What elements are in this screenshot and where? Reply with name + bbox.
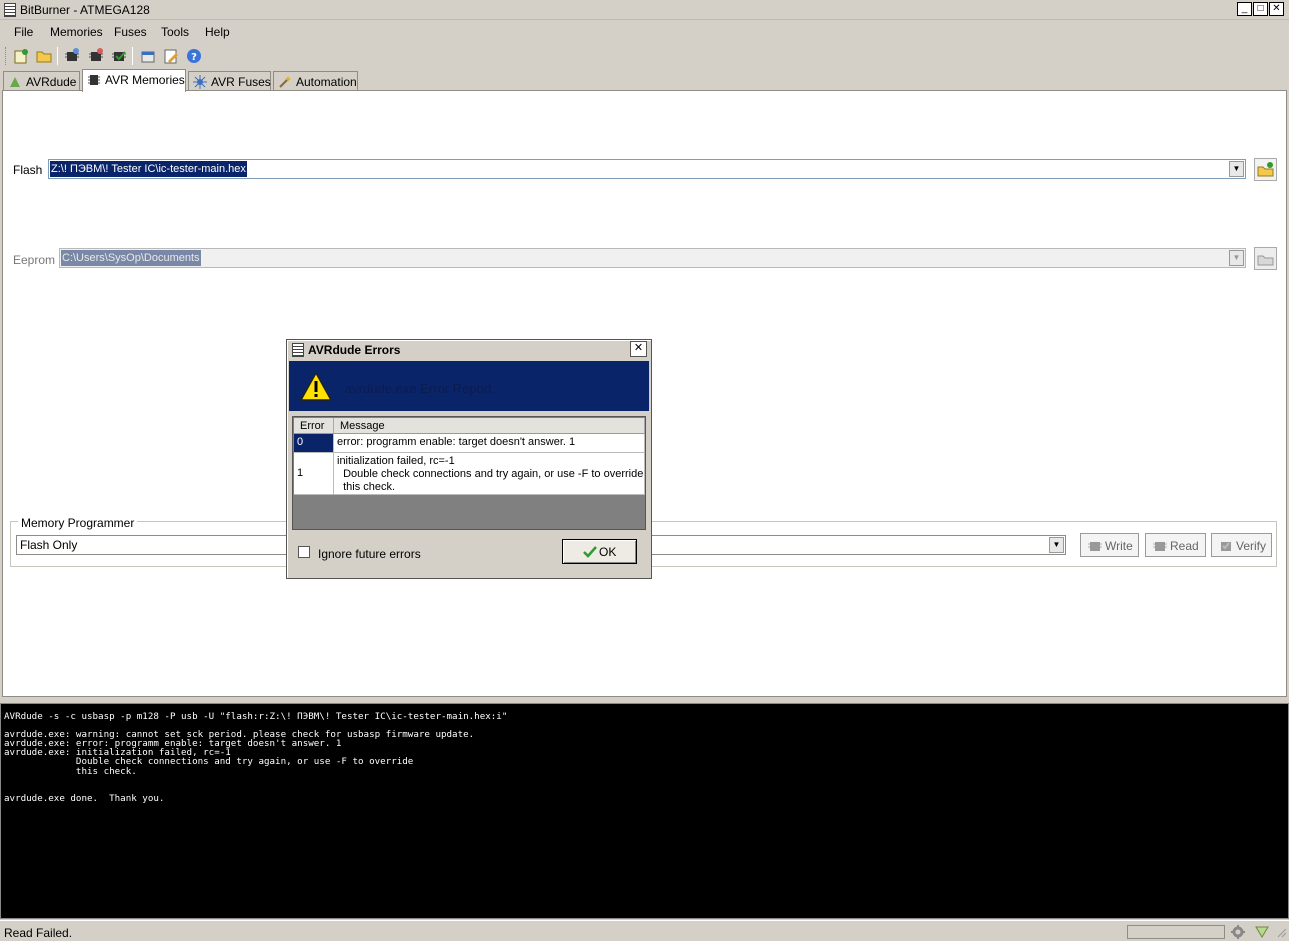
toolbar-separator xyxy=(132,47,133,65)
avrdude-icon xyxy=(10,77,20,87)
message-line: initialization failed, rc=-1 xyxy=(337,455,455,467)
dialog-close-button[interactable]: ✕ xyxy=(630,341,647,357)
filter-icon xyxy=(1255,926,1269,938)
open-folder-icon[interactable] xyxy=(35,47,53,65)
svg-text:?: ? xyxy=(191,52,197,63)
console-line: Double check connections and try again, … xyxy=(4,756,414,768)
new-file-icon[interactable] xyxy=(12,47,30,65)
tab-automation-label: Automation xyxy=(296,75,357,89)
memory-programmer-legend: Memory Programmer xyxy=(18,516,138,530)
programmer-mode-value: Flash Only xyxy=(20,538,78,552)
eeprom-label: Eeprom xyxy=(13,253,56,267)
error-cell[interactable]: 1 xyxy=(294,453,334,495)
chip-verify-icon xyxy=(1221,542,1231,551)
chip-read-icon[interactable] xyxy=(63,47,81,65)
eeprom-path-value: C:\Users\SysOp\Documents xyxy=(61,250,201,266)
message-cell[interactable]: initialization failed, rc=-1 Double chec… xyxy=(334,453,645,495)
maximize-button[interactable]: □ xyxy=(1253,2,1268,16)
tab-avr-fuses[interactable]: AVR Fuses xyxy=(188,71,271,91)
warning-icon xyxy=(299,371,333,401)
fuse-icon xyxy=(193,75,207,89)
check-icon xyxy=(583,546,597,558)
window-title: BitBurner - ATMEGA128 xyxy=(20,3,150,17)
app-icon xyxy=(4,3,16,17)
console-line: this check. xyxy=(4,765,137,777)
edit-icon[interactable] xyxy=(162,47,180,65)
progress-bar xyxy=(1127,925,1225,939)
ok-button[interactable]: OK xyxy=(562,539,637,564)
open-folder-icon xyxy=(1257,162,1274,177)
dialog-title: AVRdude Errors xyxy=(308,343,401,357)
message-line: this check. xyxy=(337,481,396,493)
resize-grip-icon[interactable] xyxy=(1275,926,1287,938)
read-button[interactable]: Read xyxy=(1145,533,1206,557)
chevron-down-icon[interactable]: ▼ xyxy=(1229,250,1244,266)
verify-label: Verify xyxy=(1236,539,1267,553)
chip-verify-icon[interactable] xyxy=(110,47,128,65)
chevron-down-icon[interactable]: ▼ xyxy=(1229,161,1244,177)
message-line: Double check connections and try again, … xyxy=(337,468,644,480)
chip-write-icon[interactable] xyxy=(87,47,105,65)
error-cell[interactable]: 0 xyxy=(294,434,334,453)
browse-eeprom-button[interactable] xyxy=(1254,247,1277,270)
open-folder-icon xyxy=(1257,255,1274,266)
chevron-down-icon[interactable]: ▼ xyxy=(1049,537,1064,553)
console-line: avrdude.exe done. Thank you. xyxy=(4,792,165,804)
menu-tools[interactable]: Tools xyxy=(161,25,189,39)
console-line: AVRdude -s -c usbasp -p m128 -P usb -U "… xyxy=(4,711,508,722)
status-text: Read Failed. xyxy=(4,926,73,940)
close-button[interactable]: ✕ xyxy=(1269,2,1284,16)
read-label: Read xyxy=(1170,539,1199,553)
chip-icon xyxy=(88,75,100,85)
toolbar-separator xyxy=(57,47,58,65)
browse-flash-button[interactable] xyxy=(1254,158,1277,181)
message-cell[interactable]: error: programm enable: target doesn't a… xyxy=(334,434,645,453)
dialog-header-text: avrdude.exe Error Report xyxy=(345,381,492,396)
wand-icon xyxy=(279,76,291,88)
flash-path-combo[interactable]: Z:\! ПЭВМ\! Tester IC\ic-tester-main.hex… xyxy=(48,159,1246,179)
error-column-header[interactable]: Error xyxy=(294,418,334,434)
chip-write-icon xyxy=(1088,542,1102,551)
verify-button[interactable]: Verify xyxy=(1211,533,1272,557)
flash-label: Flash xyxy=(13,163,43,177)
app-icon xyxy=(292,343,304,357)
ok-label: OK xyxy=(599,545,617,559)
status-bar xyxy=(0,920,1289,941)
menu-bar xyxy=(0,22,1289,42)
eeprom-path-combo[interactable]: C:\Users\SysOp\Documents ▼ xyxy=(59,248,1246,268)
tab-avrdude-label: AVRdude xyxy=(26,75,77,89)
write-button[interactable]: Write xyxy=(1080,533,1139,557)
gear-icon xyxy=(1231,925,1245,939)
minimize-button[interactable]: _ xyxy=(1237,2,1252,16)
tab-avr-fuses-label: AVR Fuses xyxy=(211,75,271,89)
chip-read-icon xyxy=(1153,542,1167,551)
message-column-header[interactable]: Message xyxy=(334,418,645,434)
menu-memories[interactable]: Memories xyxy=(50,25,103,39)
flash-path-value: Z:\! ПЭВМ\! Tester IC\ic-tester-main.hex xyxy=(50,161,247,177)
toolbar-grip xyxy=(5,47,8,65)
write-label: Write xyxy=(1105,539,1133,553)
ignore-errors-checkbox[interactable] xyxy=(298,546,310,558)
settings-icon[interactable] xyxy=(139,47,157,65)
tab-avr-memories[interactable]: AVR Memories xyxy=(82,69,186,92)
menu-help[interactable]: Help xyxy=(205,25,230,39)
help-icon[interactable]: ? xyxy=(185,47,203,65)
tab-avrdude[interactable]: AVRdude xyxy=(3,71,80,91)
ignore-errors-label[interactable]: Ignore future errors xyxy=(318,547,421,561)
tab-automation[interactable]: Automation xyxy=(273,71,358,91)
tab-avr-memories-label: AVR Memories xyxy=(105,73,185,87)
title-bar xyxy=(0,0,1289,20)
menu-fuses[interactable]: Fuses xyxy=(114,25,147,39)
menu-file[interactable]: File xyxy=(14,25,33,39)
console-output: AVRdude -s -c usbasp -p m128 -P usb -U "… xyxy=(0,703,1289,919)
